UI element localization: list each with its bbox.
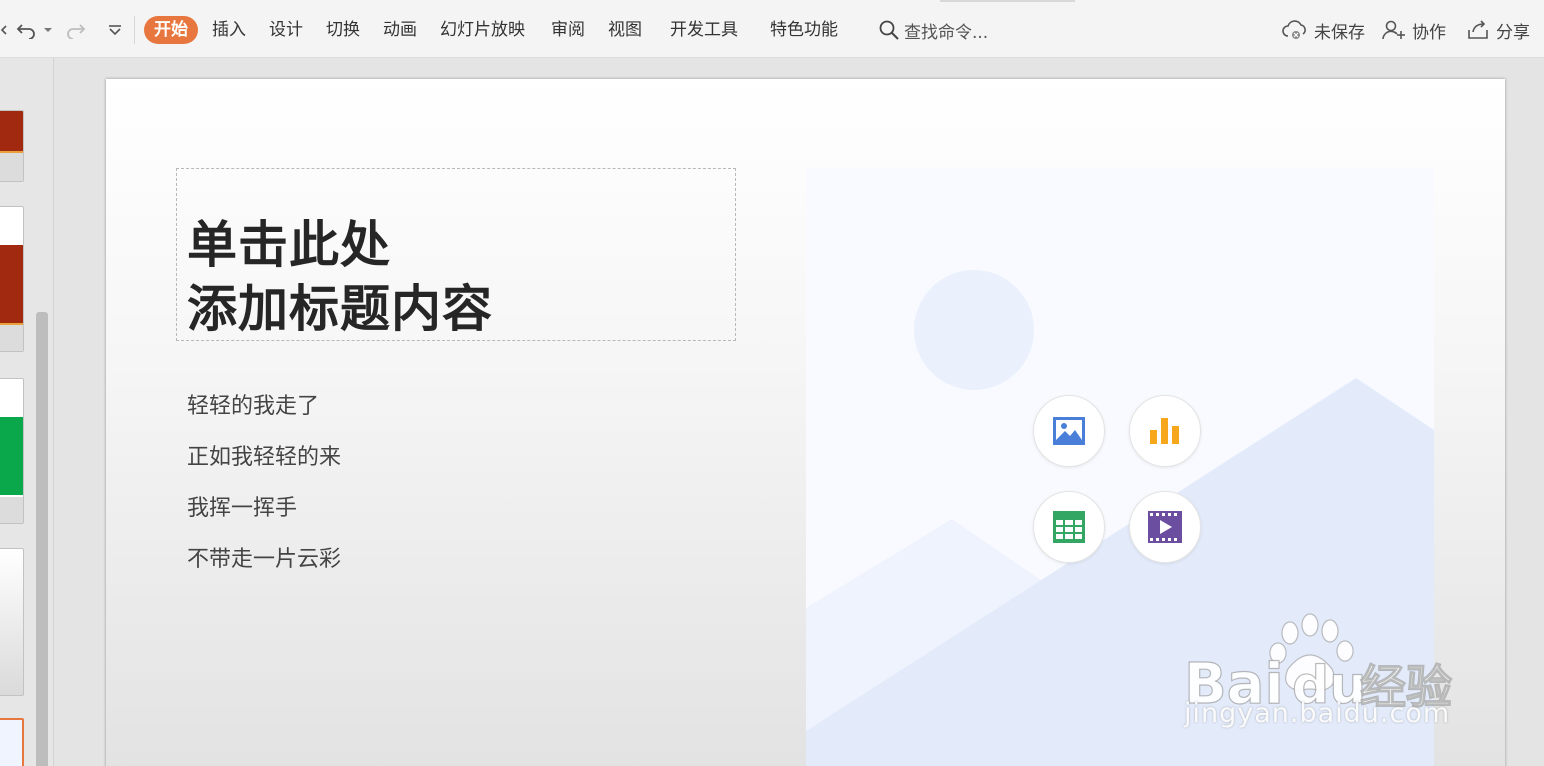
- ribbon-tab-bar: 开始 插入 设计 切换 动画 幻灯片放映 审阅 视图 开发工具 特色功能 查找命…: [0, 0, 1544, 58]
- insert-chart-button[interactable]: [1129, 395, 1201, 467]
- slide-thumbnail-2[interactable]: [0, 206, 24, 352]
- body-text-line-3[interactable]: 我挥一挥手: [187, 490, 297, 522]
- share-icon: [1468, 20, 1488, 39]
- tab-animations[interactable]: 动画: [383, 16, 417, 44]
- tab-home[interactable]: 开始: [144, 16, 198, 44]
- slide-thumbnail-3[interactable]: [0, 378, 24, 524]
- share-button[interactable]: 分享: [1466, 16, 1530, 44]
- tab-insert[interactable]: 插入: [212, 16, 246, 44]
- title-line-2: 添加标题内容: [187, 280, 493, 338]
- body-text-line-4[interactable]: 不带走一片云彩: [187, 541, 341, 573]
- search-icon: [879, 20, 899, 40]
- thumbnail-fill: [0, 245, 23, 323]
- thumbnail-footer: [0, 497, 23, 523]
- thumbnail-fill: [0, 111, 23, 151]
- insert-video-button[interactable]: [1129, 491, 1201, 563]
- picture-icon: [1053, 417, 1085, 445]
- title-line-1: 单击此处: [187, 216, 391, 274]
- table-icon: [1053, 511, 1085, 543]
- thumbnail-scrollbar[interactable]: [36, 312, 48, 766]
- body-text-line-2[interactable]: 正如我轻轻的来: [187, 439, 341, 471]
- command-search-label: 查找命令...: [904, 22, 989, 43]
- body-text-line-1[interactable]: 轻轻的我走了: [187, 388, 319, 420]
- share-label: 分享: [1496, 22, 1530, 43]
- left-overflow-arrow-icon[interactable]: [0, 18, 8, 42]
- slide-thumbnail-5-selected[interactable]: [0, 718, 24, 766]
- cloud-unsaved-icon: [1282, 20, 1306, 39]
- collaborate-label: 协作: [1412, 22, 1446, 43]
- watermark-url: jingyan.baidu.com: [1184, 698, 1451, 729]
- add-user-icon: [1382, 20, 1405, 40]
- tab-view[interactable]: 视图: [608, 16, 642, 44]
- insert-picture-button[interactable]: [1033, 395, 1105, 467]
- thumbnail-footer: [0, 325, 23, 351]
- tab-developer[interactable]: 开发工具: [670, 16, 738, 44]
- command-search[interactable]: 查找命令...: [878, 16, 988, 44]
- undo-icon[interactable]: [16, 18, 38, 42]
- chart-icon: [1150, 418, 1179, 444]
- collaborate-button[interactable]: 协作: [1382, 16, 1446, 44]
- thumbnail-fill: [0, 417, 23, 495]
- customize-toolbar-icon[interactable]: [104, 18, 126, 42]
- insert-table-button[interactable]: [1033, 491, 1105, 563]
- video-icon: [1148, 511, 1182, 543]
- tab-special-features[interactable]: 特色功能: [770, 16, 838, 44]
- slide-thumbnail-4[interactable]: [0, 548, 24, 696]
- tab-transitions[interactable]: 切换: [326, 16, 360, 44]
- tab-design[interactable]: 设计: [269, 16, 303, 44]
- window-edge: [940, 0, 1075, 2]
- thumbnail-footer: [0, 153, 23, 181]
- redo-icon[interactable]: [64, 18, 86, 42]
- unsaved-label: 未保存: [1314, 22, 1365, 43]
- tab-slideshow[interactable]: 幻灯片放映: [440, 16, 525, 44]
- save-status[interactable]: 未保存: [1282, 16, 1365, 44]
- title-placeholder[interactable]: 单击此处 添加标题内容: [176, 168, 736, 341]
- undo-dropdown-icon[interactable]: [42, 18, 54, 42]
- slide-thumbnail-1[interactable]: [0, 110, 24, 182]
- slide-thumbnail-panel: [0, 58, 54, 766]
- tab-review[interactable]: 审阅: [551, 16, 585, 44]
- toolbar-separator: [134, 16, 135, 44]
